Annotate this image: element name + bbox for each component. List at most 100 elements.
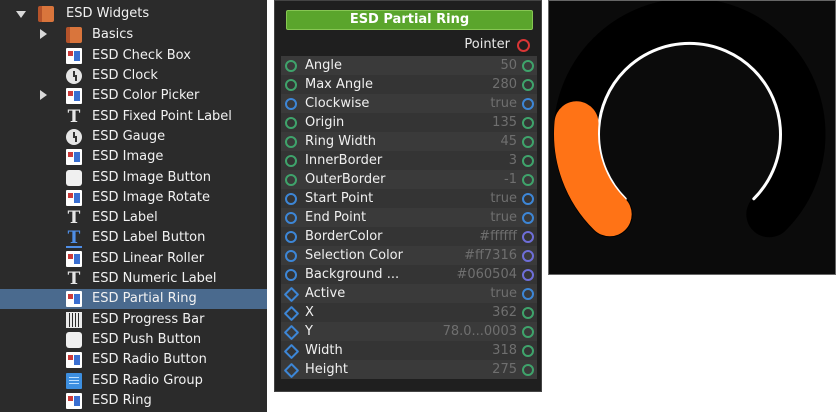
prop-value[interactable]: #060504 xyxy=(456,266,517,283)
output-port-icon[interactable] xyxy=(522,117,534,129)
output-port-icon[interactable] xyxy=(522,326,534,338)
tree-item-esd-linear-roller[interactable]: ESD Linear Roller xyxy=(0,249,267,269)
prop-row-angle[interactable]: Angle 50 xyxy=(281,56,537,75)
tree-item-esd-partial-ring[interactable]: ESD Partial Ring xyxy=(0,289,267,309)
output-port-icon[interactable] xyxy=(522,269,534,281)
prop-value[interactable]: 3 xyxy=(509,152,517,169)
prop-row-height[interactable]: Height 275 xyxy=(281,360,537,379)
prop-value[interactable]: true xyxy=(490,209,517,226)
output-port-icon[interactable] xyxy=(522,250,534,262)
widget-icon xyxy=(66,48,82,64)
input-port-icon[interactable] xyxy=(285,193,297,205)
input-port-icon[interactable] xyxy=(285,250,297,262)
diamond-port-icon[interactable] xyxy=(283,343,300,360)
prop-row-y[interactable]: Y 78.0...0003 xyxy=(281,322,537,341)
input-port-icon[interactable] xyxy=(285,212,297,224)
prop-value[interactable]: 135 xyxy=(492,114,517,131)
tree-root-esd-widgets[interactable]: ESD Widgets xyxy=(0,4,267,24)
diamond-port-icon[interactable] xyxy=(283,324,300,341)
tree-item-esd-clock[interactable]: ESD Clock xyxy=(0,66,267,86)
tree-item-esd-label-button[interactable]: T ESD Label Button xyxy=(0,228,267,248)
output-port-icon[interactable] xyxy=(522,288,534,300)
output-port-icon[interactable] xyxy=(522,155,534,167)
tree-item-esd-progress-bar[interactable]: ESD Progress Bar xyxy=(0,310,267,330)
prop-name: Selection Color xyxy=(305,248,403,263)
prop-row-background[interactable]: Background ... #060504 xyxy=(281,265,537,284)
tree-item-esd-push-button[interactable]: ESD Push Button xyxy=(0,330,267,350)
diamond-port-icon[interactable] xyxy=(283,362,300,379)
tree-item-esd-radio-group[interactable]: ESD Radio Group xyxy=(0,371,267,391)
prop-row-start-point[interactable]: Start Point true xyxy=(281,189,537,208)
tree-item-esd-color-picker[interactable]: ESD Color Picker xyxy=(0,86,267,106)
output-port-icon[interactable] xyxy=(522,345,534,357)
prop-row-border-color[interactable]: BorderColor #ffffff xyxy=(281,227,537,246)
prop-row-active[interactable]: Active true xyxy=(281,284,537,303)
prop-row-outer-border[interactable]: OuterBorder -1 xyxy=(281,170,537,189)
input-port-icon[interactable] xyxy=(285,231,297,243)
gauge-icon xyxy=(66,129,82,145)
prop-value[interactable]: true xyxy=(490,190,517,207)
prop-value[interactable]: #ffffff xyxy=(479,228,517,245)
output-port-icon[interactable] xyxy=(522,193,534,205)
input-port-icon[interactable] xyxy=(285,60,297,72)
tree-item-esd-radio-button[interactable]: ESD Radio Button xyxy=(0,350,267,370)
pointer-port-icon[interactable] xyxy=(517,39,530,52)
prop-value[interactable]: 275 xyxy=(492,361,517,378)
prop-value[interactable]: 280 xyxy=(492,76,517,93)
prop-value[interactable]: -1 xyxy=(504,171,517,188)
tree-item-esd-check-box[interactable]: ESD Check Box xyxy=(0,46,267,66)
prop-value[interactable]: 318 xyxy=(492,342,517,359)
output-port-icon[interactable] xyxy=(522,307,534,319)
prop-name: Origin xyxy=(305,115,345,130)
output-port-icon[interactable] xyxy=(522,79,534,91)
input-port-icon[interactable] xyxy=(285,269,297,281)
prop-row-end-point[interactable]: End Point true xyxy=(281,208,537,227)
tree-item-esd-ring[interactable]: ESD Ring xyxy=(0,391,267,411)
prop-value[interactable]: #ff7316 xyxy=(464,247,517,264)
prop-value[interactable]: true xyxy=(490,285,517,302)
chevron-right-icon[interactable] xyxy=(40,29,47,39)
output-port-icon[interactable] xyxy=(522,60,534,72)
output-port-icon[interactable] xyxy=(522,98,534,110)
prop-row-origin[interactable]: Origin 135 xyxy=(281,113,537,132)
input-port-icon[interactable] xyxy=(285,155,297,167)
output-port-icon[interactable] xyxy=(522,231,534,243)
chevron-right-icon[interactable] xyxy=(40,90,47,100)
prop-row-selection-color[interactable]: Selection Color #ff7316 xyxy=(281,246,537,265)
input-port-icon[interactable] xyxy=(285,79,297,91)
tree-item-esd-gauge[interactable]: ESD Gauge xyxy=(0,127,267,147)
prop-value[interactable]: 45 xyxy=(500,133,517,150)
output-port-icon[interactable] xyxy=(522,136,534,148)
input-port-icon[interactable] xyxy=(285,117,297,129)
prop-value[interactable]: 78.0...0003 xyxy=(443,323,517,340)
tree-item-label: ESD Push Button xyxy=(92,332,202,347)
diamond-port-icon[interactable] xyxy=(283,286,300,303)
prop-row-clockwise[interactable]: Clockwise true xyxy=(281,94,537,113)
input-port-icon[interactable] xyxy=(285,174,297,186)
prop-row-max-angle[interactable]: Max Angle 280 xyxy=(281,75,537,94)
output-port-icon[interactable] xyxy=(522,174,534,186)
tree-item-basics[interactable]: Basics xyxy=(0,25,267,45)
chevron-down-icon[interactable] xyxy=(16,11,26,18)
prop-row-ring-width[interactable]: Ring Width 45 xyxy=(281,132,537,151)
diamond-port-icon[interactable] xyxy=(283,305,300,322)
node-title[interactable]: ESD Partial Ring xyxy=(286,10,533,30)
prop-row-width[interactable]: Width 318 xyxy=(281,341,537,360)
input-port-icon[interactable] xyxy=(285,136,297,148)
tree-item-esd-image-button[interactable]: ESD Image Button xyxy=(0,168,267,188)
tree-item-esd-label[interactable]: T ESD Label xyxy=(0,208,267,228)
tree-item-esd-image-rotate[interactable]: ESD Image Rotate xyxy=(0,188,267,208)
partial-ring-preview[interactable] xyxy=(548,0,836,275)
prop-value[interactable]: 362 xyxy=(492,304,517,321)
prop-value[interactable]: 50 xyxy=(500,57,517,74)
prop-value[interactable]: true xyxy=(490,95,517,112)
output-port-icon[interactable] xyxy=(522,212,534,224)
output-port-icon[interactable] xyxy=(522,364,534,376)
tree-item-esd-fixed-point-label[interactable]: T ESD Fixed Point Label xyxy=(0,107,267,127)
prop-name: X xyxy=(305,305,314,320)
input-port-icon[interactable] xyxy=(285,98,297,110)
tree-item-esd-image[interactable]: ESD Image xyxy=(0,147,267,167)
prop-row-x[interactable]: X 362 xyxy=(281,303,537,322)
tree-item-esd-numeric-label[interactable]: T ESD Numeric Label xyxy=(0,269,267,289)
prop-row-inner-border[interactable]: InnerBorder 3 xyxy=(281,151,537,170)
